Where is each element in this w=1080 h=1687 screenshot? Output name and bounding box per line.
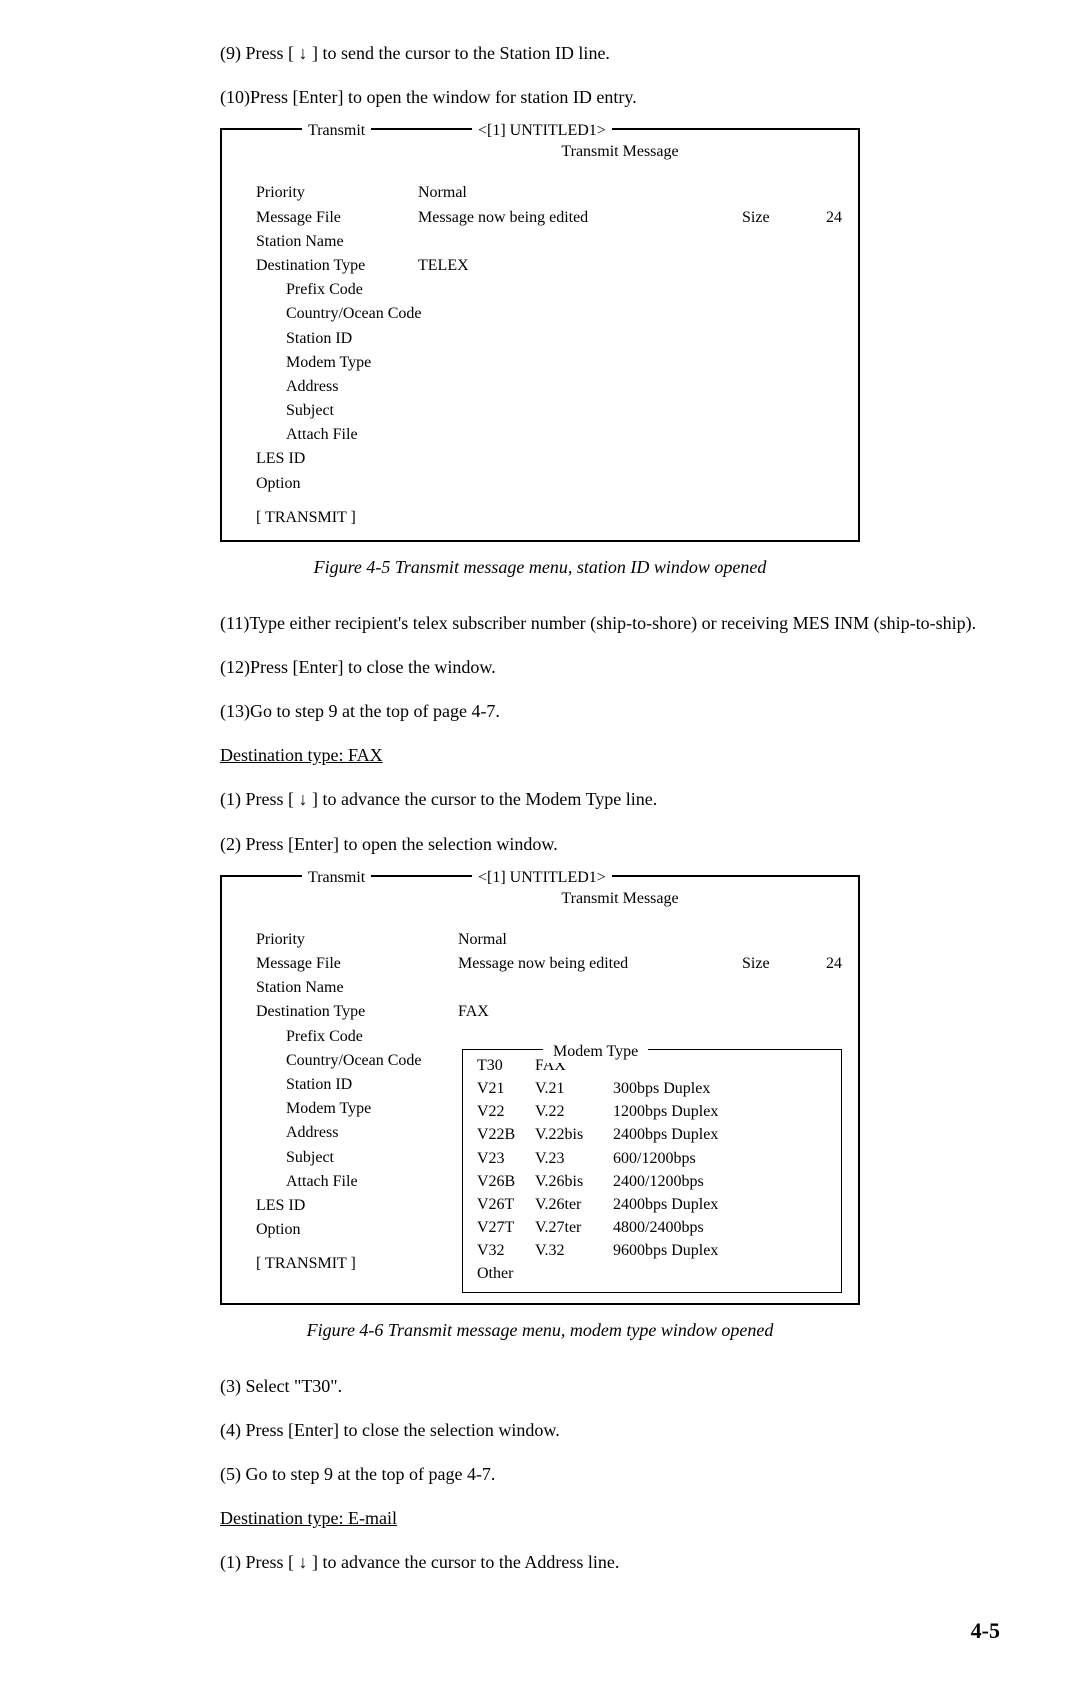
attach-file-label-2: Attach File <box>238 1170 418 1193</box>
message-file-value-2: Message now being edited <box>458 952 742 975</box>
fax-step-4: (4) Press [Enter] to close the selection… <box>80 1417 1000 1443</box>
step-10: (10)Press [Enter] to open the window for… <box>80 84 1000 110</box>
size-header: Size <box>742 206 802 229</box>
station-id-label: Station ID <box>238 327 418 350</box>
size-value-2: 24 <box>802 952 842 975</box>
prefix-code-label: Prefix Code <box>238 278 418 301</box>
fax-step-2: (2) Press [Enter] to open the selection … <box>80 831 1000 857</box>
message-file-label-2: Message File <box>238 952 418 975</box>
modem-type-label: Modem Type <box>238 351 418 374</box>
country-code-label-2: Country/Ocean Code <box>238 1049 458 1072</box>
address-label: Address <box>238 375 418 398</box>
priority-value-2: Normal <box>458 928 507 951</box>
modem-option[interactable]: V21V.21300bps Duplex <box>477 1077 827 1100</box>
step-11: (11)Type either recipient's telex subscr… <box>112 610 1000 636</box>
priority-value: Normal <box>418 181 842 204</box>
figure-4-6-caption: Figure 4-6 Transmit message menu, modem … <box>80 1317 1000 1343</box>
subject-label-2: Subject <box>238 1146 418 1169</box>
les-id-label: LES ID <box>238 447 418 470</box>
dest-type-label-2: Destination Type <box>238 1000 418 1023</box>
modem-option[interactable]: V22BV.22bis2400bps Duplex <box>477 1123 827 1146</box>
station-id-label-2: Station ID <box>238 1073 418 1096</box>
transmit-button-2[interactable]: [ TRANSMIT ] <box>238 1252 418 1275</box>
figure-4-5-caption: Figure 4-5 Transmit message menu, statio… <box>80 554 1000 580</box>
modem-option[interactable]: Other <box>477 1262 827 1285</box>
step-13: (13)Go to step 9 at the top of page 4-7. <box>80 698 1000 724</box>
les-id-label-2: LES ID <box>238 1194 418 1217</box>
fax-heading: Destination type: FAX <box>220 745 383 765</box>
transmit-message-sub-2: Transmit Message <box>561 887 678 910</box>
window-title: <[1] UNTITLED1> <box>472 119 612 142</box>
message-file-label: Message File <box>238 206 418 229</box>
modem-option[interactable]: V22V.221200bps Duplex <box>477 1100 827 1123</box>
transmit-window-fax: Transmit <[1] UNTITLED1> Transmit Messag… <box>220 875 860 1305</box>
country-code-label: Country/Ocean Code <box>238 302 458 325</box>
dest-type-value-2: FAX <box>458 1000 489 1023</box>
transmit-legend: Transmit <box>302 119 371 142</box>
subject-label: Subject <box>238 399 418 422</box>
dest-type-value: TELEX <box>418 254 842 277</box>
step-9: (9) Press [ ↓ ] to send the cursor to th… <box>80 40 1000 66</box>
size-header-2: Size <box>742 952 802 975</box>
modem-option[interactable]: T30FAX <box>477 1054 827 1077</box>
modem-option[interactable]: V26BV.26bis2400/1200bps <box>477 1170 827 1193</box>
page-number: 4-5 <box>80 1615 1000 1647</box>
modem-option[interactable]: V32V.329600bps Duplex <box>477 1239 827 1262</box>
attach-file-label: Attach File <box>238 423 418 446</box>
step-12: (12)Press [Enter] to close the window. <box>80 654 1000 680</box>
modem-option[interactable]: V23V.23600/1200bps <box>477 1147 827 1170</box>
transmit-legend-2: Transmit <box>302 866 371 889</box>
transmit-button[interactable]: [ TRANSMIT ] <box>238 506 418 529</box>
station-name-label: Station Name <box>238 230 418 253</box>
message-file-value: Message now being edited <box>418 206 742 229</box>
modem-option[interactable]: V27TV.27ter4800/2400bps <box>477 1216 827 1239</box>
modem-type-legend: Modem Type <box>543 1040 648 1063</box>
fax-step-5: (5) Go to step 9 at the top of page 4-7. <box>80 1461 1000 1487</box>
priority-label-2: Priority <box>238 928 418 951</box>
size-value: 24 <box>802 206 842 229</box>
email-step-1: (1) Press [ ↓ ] to advance the cursor to… <box>80 1549 1000 1575</box>
station-name-label-2: Station Name <box>238 976 418 999</box>
modem-option[interactable]: V26TV.26ter2400bps Duplex <box>477 1193 827 1216</box>
option-label: Option <box>238 472 418 495</box>
transmit-message-sub: Transmit Message <box>561 140 678 163</box>
window-title-2: <[1] UNTITLED1> <box>472 866 612 889</box>
address-label-2: Address <box>238 1121 418 1144</box>
dest-type-label: Destination Type <box>238 254 418 277</box>
transmit-window-telex: Transmit <[1] UNTITLED1> Transmit Messag… <box>220 128 860 542</box>
email-heading: Destination type: E-mail <box>220 1508 397 1528</box>
option-label-2: Option <box>238 1218 418 1241</box>
fax-step-1: (1) Press [ ↓ ] to advance the cursor to… <box>80 786 1000 812</box>
priority-label: Priority <box>238 181 418 204</box>
modem-type-label-2: Modem Type <box>238 1097 418 1120</box>
fax-step-3: (3) Select "T30". <box>80 1373 1000 1399</box>
prefix-code-label-2: Prefix Code <box>238 1025 418 1048</box>
modem-type-dropdown[interactable]: Modem Type T30FAXV21V.21300bps DuplexV22… <box>462 1049 842 1293</box>
